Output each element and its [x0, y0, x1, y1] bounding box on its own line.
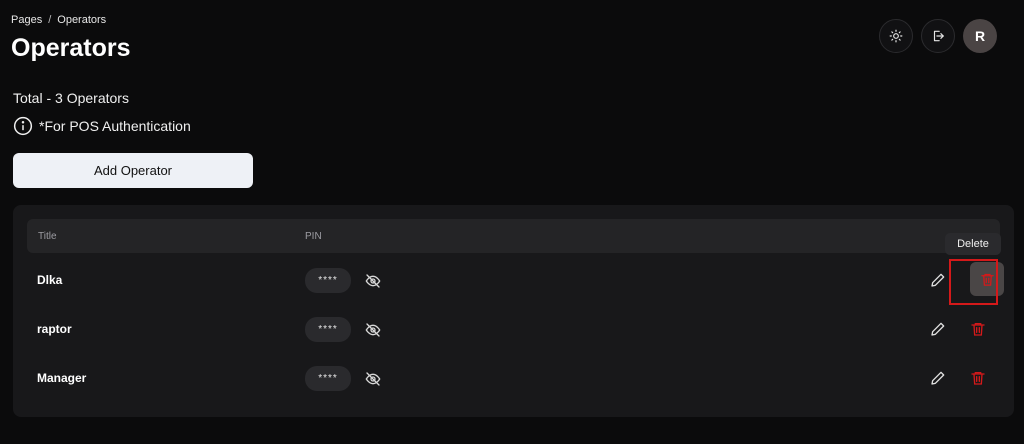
- pin-masked: ****: [305, 317, 351, 342]
- trash-icon[interactable]: [970, 370, 986, 386]
- trash-icon: [980, 273, 994, 286]
- page-title: Operators: [11, 34, 131, 62]
- operators-total: Total - 3 Operators: [13, 90, 129, 106]
- table-row: raptor ****: [27, 310, 1000, 350]
- operators-table-card: Title PIN Dlka **** raptor **** Manager …: [13, 205, 1014, 417]
- table-row: Manager ****: [27, 359, 1000, 399]
- delete-tooltip: Delete: [945, 233, 1001, 255]
- avatar[interactable]: R: [963, 19, 997, 53]
- logout-icon: [933, 30, 944, 42]
- eye-off-icon[interactable]: [365, 371, 381, 387]
- column-header-title: Title: [38, 231, 57, 242]
- pencil-icon[interactable]: [930, 370, 946, 386]
- breadcrumb: Pages / Operators: [11, 14, 106, 26]
- pos-auth-note: *For POS Authentication: [13, 116, 191, 136]
- eye-off-icon[interactable]: [365, 273, 381, 289]
- delete-button[interactable]: [970, 262, 1004, 296]
- operator-name: Manager: [37, 371, 87, 385]
- trash-icon[interactable]: [970, 321, 986, 337]
- operator-name: raptor: [37, 322, 72, 336]
- add-operator-button[interactable]: Add Operator: [13, 153, 253, 188]
- breadcrumb-separator: /: [48, 14, 52, 26]
- note-text: *For POS Authentication: [39, 118, 191, 134]
- pencil-icon[interactable]: [930, 321, 946, 337]
- theme-toggle-button[interactable]: [879, 19, 913, 53]
- column-header-pin: PIN: [305, 231, 322, 242]
- table-row: Dlka ****: [27, 261, 1004, 301]
- operator-name: Dlka: [37, 273, 63, 287]
- eye-off-icon[interactable]: [365, 322, 381, 338]
- breadcrumb-current: Operators: [57, 14, 107, 26]
- info-icon: [13, 116, 33, 136]
- top-actions: R: [879, 19, 997, 53]
- table-header: Title PIN: [27, 219, 1000, 253]
- sun-icon: [889, 29, 903, 43]
- pin-masked: ****: [305, 268, 351, 293]
- breadcrumb-root[interactable]: Pages: [11, 14, 42, 26]
- pencil-icon[interactable]: [930, 272, 946, 288]
- logout-button[interactable]: [921, 19, 955, 53]
- pin-masked: ****: [305, 366, 351, 391]
